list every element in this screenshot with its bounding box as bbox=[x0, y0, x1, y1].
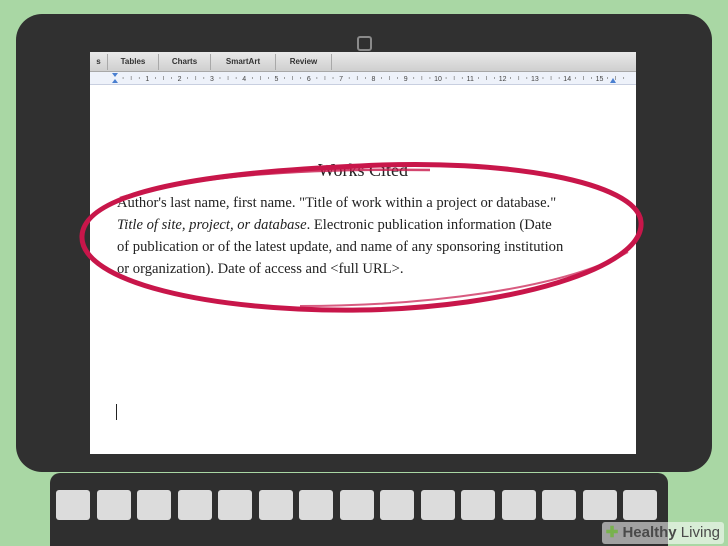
ruler-label: 6 bbox=[307, 76, 311, 83]
ruler-label: 13 bbox=[531, 76, 539, 83]
right-indent-marker-icon bbox=[610, 78, 616, 83]
healthy-living-logo: ✚ Healthy Living bbox=[601, 522, 724, 544]
keyboard-key bbox=[258, 490, 293, 520]
tab-charts[interactable]: Charts bbox=[159, 54, 211, 70]
ruler-label: 14 bbox=[563, 76, 571, 83]
tab-partial[interactable]: s bbox=[90, 54, 108, 70]
ruler-label: 2 bbox=[178, 76, 182, 83]
ruler-label: 4 bbox=[242, 76, 246, 83]
ruler-label: 8 bbox=[371, 76, 375, 83]
citation-line-3: of publication or of the latest update, … bbox=[117, 239, 564, 255]
works-cited-heading: Works Cited bbox=[317, 160, 409, 180]
ribbon-tab-bar: s Tables Charts SmartArt Review bbox=[90, 52, 636, 72]
citation-italic-title: Title of site, project, or database bbox=[117, 217, 307, 233]
citation-line-2-rest: . Electronic publication information (Da… bbox=[306, 217, 552, 233]
keyboard-key bbox=[420, 490, 455, 520]
keyboard-key bbox=[56, 490, 90, 520]
keyboard-key bbox=[177, 490, 212, 520]
ruler-label: 15 bbox=[596, 76, 604, 83]
citation-line-4: or organization). Date of access and <fu… bbox=[117, 261, 404, 277]
ruler-label: 7 bbox=[339, 76, 343, 83]
keyboard-key bbox=[501, 490, 536, 520]
camera-icon bbox=[357, 36, 372, 51]
citation-line-1: Author's last name, first name. "Title o… bbox=[117, 195, 557, 211]
keyboard-key bbox=[96, 490, 131, 520]
keyboard bbox=[50, 473, 668, 546]
indent-marker-icon bbox=[112, 73, 118, 83]
keyboard-key bbox=[218, 490, 252, 520]
ruler-label: 12 bbox=[499, 76, 507, 83]
keyboard-key bbox=[339, 490, 374, 520]
text-cursor bbox=[116, 404, 117, 420]
citation-paragraph: Author's last name, first name. "Title o… bbox=[117, 192, 617, 280]
ruler-scale: 1 2 3 4 5 6 7 8 9 10 11 12 13 14 15 bbox=[112, 73, 625, 83]
ruler-label: 11 bbox=[467, 76, 474, 83]
keyboard-key bbox=[380, 490, 414, 520]
keyboard-key bbox=[623, 490, 657, 520]
ruler-label: 5 bbox=[275, 76, 279, 83]
citation-line-2: Title of site, project, or database. Ele… bbox=[117, 214, 617, 236]
word-processor-window: s Tables Charts SmartArt Review 12345678… bbox=[90, 52, 636, 454]
ruler-label: 10 bbox=[434, 76, 442, 83]
horizontal-ruler[interactable]: 1 2 3 4 5 6 7 8 9 10 11 12 13 14 15 bbox=[90, 72, 636, 85]
keyboard-key bbox=[461, 490, 495, 520]
tab-smartart[interactable]: SmartArt bbox=[211, 54, 276, 70]
ruler-label: 9 bbox=[404, 76, 408, 83]
tab-review[interactable]: Review bbox=[276, 54, 332, 70]
keyboard-key bbox=[137, 490, 171, 520]
leaf-icon: ✚ bbox=[605, 524, 619, 541]
keyboard-key bbox=[542, 490, 576, 520]
tab-tables[interactable]: Tables bbox=[108, 54, 159, 70]
keyboard-key bbox=[582, 490, 617, 520]
ruler-label: 3 bbox=[210, 76, 214, 83]
laptop-lid: s Tables Charts SmartArt Review 12345678… bbox=[16, 14, 712, 472]
ruler-label: 1 bbox=[145, 76, 149, 83]
keyboard-key bbox=[299, 490, 333, 520]
